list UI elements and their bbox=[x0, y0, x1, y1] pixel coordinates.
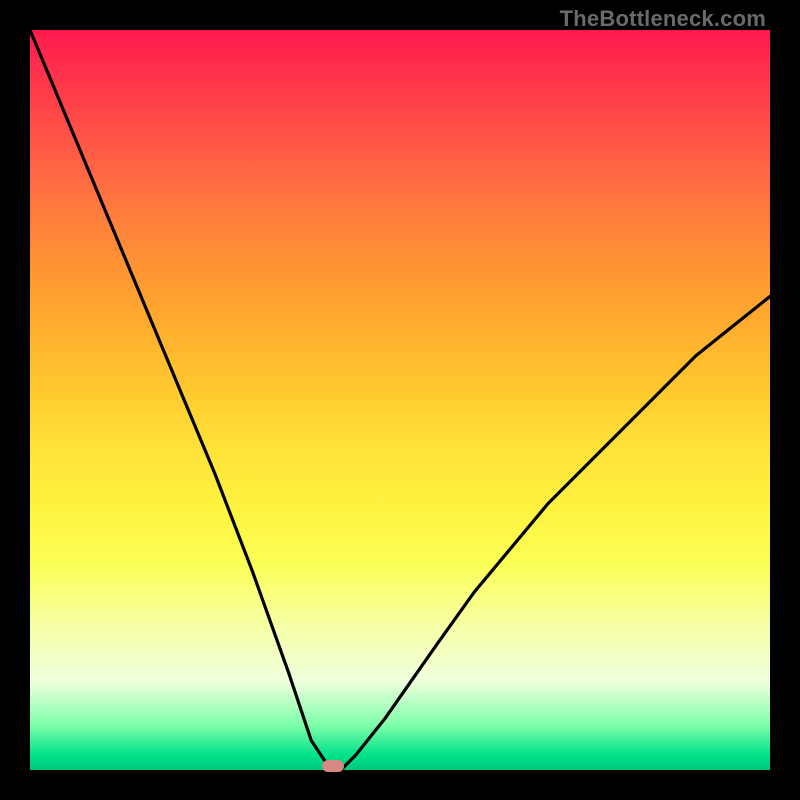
plot-area bbox=[30, 30, 770, 770]
frame: TheBottleneck.com bbox=[0, 0, 800, 800]
watermark-text: TheBottleneck.com bbox=[560, 6, 766, 32]
curve-svg bbox=[30, 30, 770, 770]
bottleneck-curve bbox=[30, 30, 770, 770]
minimum-marker bbox=[322, 760, 344, 772]
